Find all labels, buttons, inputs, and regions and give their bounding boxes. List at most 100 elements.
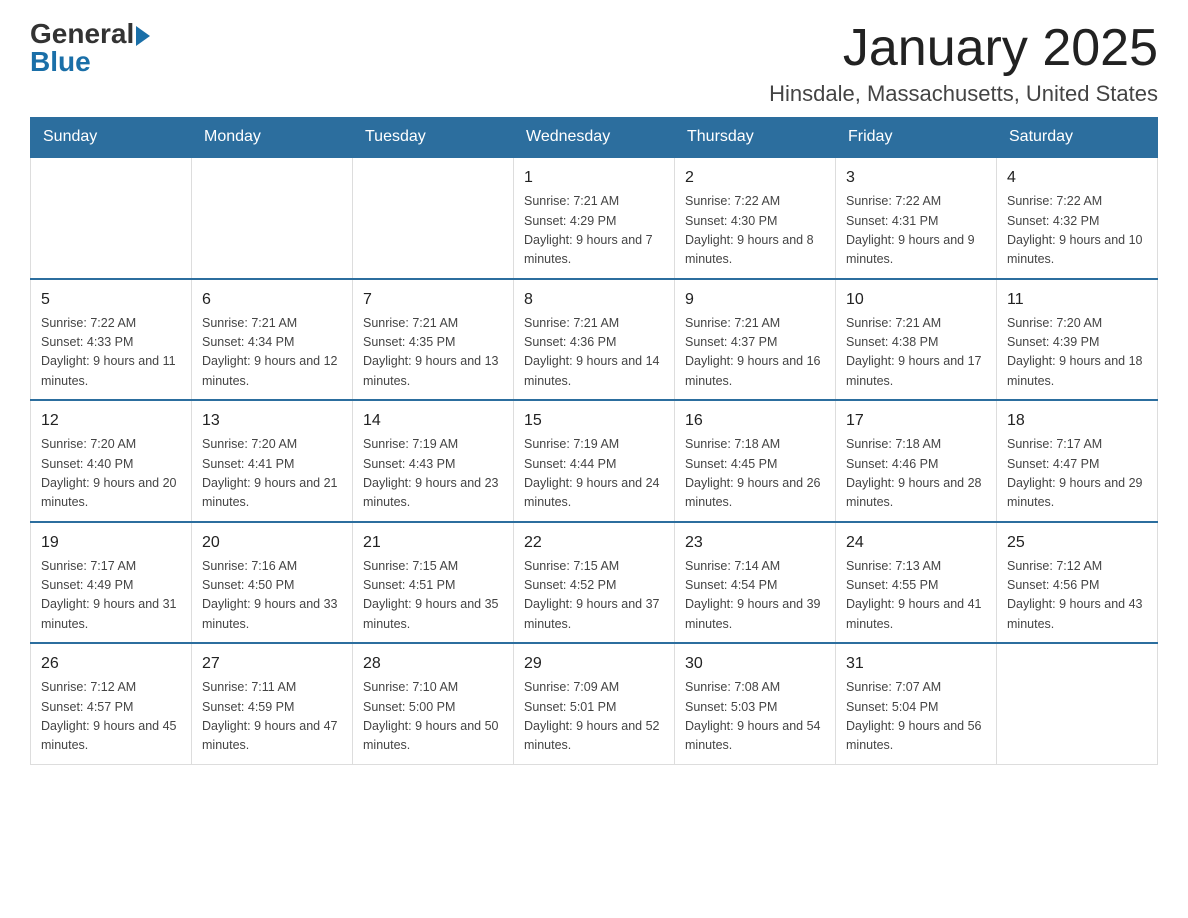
day-number: 30 bbox=[685, 652, 825, 676]
day-number: 15 bbox=[524, 409, 664, 433]
calendar-cell: 14Sunrise: 7:19 AM Sunset: 4:43 PM Dayli… bbox=[353, 400, 514, 522]
calendar-cell: 31Sunrise: 7:07 AM Sunset: 5:04 PM Dayli… bbox=[836, 643, 997, 764]
day-number: 3 bbox=[846, 166, 986, 190]
day-info: Sunrise: 7:12 AM Sunset: 4:56 PM Dayligh… bbox=[1007, 557, 1147, 635]
day-info: Sunrise: 7:17 AM Sunset: 4:49 PM Dayligh… bbox=[41, 557, 181, 635]
logo-general: General bbox=[30, 20, 134, 48]
calendar-header: SundayMondayTuesdayWednesdayThursdayFrid… bbox=[31, 118, 1158, 158]
day-number: 22 bbox=[524, 531, 664, 555]
day-number: 25 bbox=[1007, 531, 1147, 555]
calendar-cell: 5Sunrise: 7:22 AM Sunset: 4:33 PM Daylig… bbox=[31, 279, 192, 401]
day-info: Sunrise: 7:20 AM Sunset: 4:41 PM Dayligh… bbox=[202, 435, 342, 513]
calendar-cell: 1Sunrise: 7:21 AM Sunset: 4:29 PM Daylig… bbox=[514, 157, 675, 279]
day-number: 31 bbox=[846, 652, 986, 676]
calendar-cell: 11Sunrise: 7:20 AM Sunset: 4:39 PM Dayli… bbox=[997, 279, 1158, 401]
calendar-cell bbox=[192, 157, 353, 279]
day-info: Sunrise: 7:21 AM Sunset: 4:37 PM Dayligh… bbox=[685, 314, 825, 392]
calendar-cell: 4Sunrise: 7:22 AM Sunset: 4:32 PM Daylig… bbox=[997, 157, 1158, 279]
weekday-header-saturday: Saturday bbox=[997, 118, 1158, 158]
day-info: Sunrise: 7:21 AM Sunset: 4:36 PM Dayligh… bbox=[524, 314, 664, 392]
day-number: 20 bbox=[202, 531, 342, 555]
day-number: 26 bbox=[41, 652, 181, 676]
weekday-header-friday: Friday bbox=[836, 118, 997, 158]
day-info: Sunrise: 7:20 AM Sunset: 4:40 PM Dayligh… bbox=[41, 435, 181, 513]
day-number: 29 bbox=[524, 652, 664, 676]
day-number: 4 bbox=[1007, 166, 1147, 190]
calendar-cell: 8Sunrise: 7:21 AM Sunset: 4:36 PM Daylig… bbox=[514, 279, 675, 401]
day-number: 27 bbox=[202, 652, 342, 676]
day-number: 11 bbox=[1007, 288, 1147, 312]
calendar-cell: 21Sunrise: 7:15 AM Sunset: 4:51 PM Dayli… bbox=[353, 522, 514, 644]
day-number: 9 bbox=[685, 288, 825, 312]
day-info: Sunrise: 7:18 AM Sunset: 4:46 PM Dayligh… bbox=[846, 435, 986, 513]
day-number: 23 bbox=[685, 531, 825, 555]
day-info: Sunrise: 7:09 AM Sunset: 5:01 PM Dayligh… bbox=[524, 678, 664, 756]
day-number: 13 bbox=[202, 409, 342, 433]
calendar-cell: 20Sunrise: 7:16 AM Sunset: 4:50 PM Dayli… bbox=[192, 522, 353, 644]
day-info: Sunrise: 7:12 AM Sunset: 4:57 PM Dayligh… bbox=[41, 678, 181, 756]
calendar-table: SundayMondayTuesdayWednesdayThursdayFrid… bbox=[30, 117, 1158, 765]
calendar-body: 1Sunrise: 7:21 AM Sunset: 4:29 PM Daylig… bbox=[31, 157, 1158, 764]
day-number: 10 bbox=[846, 288, 986, 312]
calendar-cell: 16Sunrise: 7:18 AM Sunset: 4:45 PM Dayli… bbox=[675, 400, 836, 522]
weekday-header-monday: Monday bbox=[192, 118, 353, 158]
day-info: Sunrise: 7:08 AM Sunset: 5:03 PM Dayligh… bbox=[685, 678, 825, 756]
calendar-cell: 12Sunrise: 7:20 AM Sunset: 4:40 PM Dayli… bbox=[31, 400, 192, 522]
logo: General Blue bbox=[30, 20, 150, 76]
day-info: Sunrise: 7:10 AM Sunset: 5:00 PM Dayligh… bbox=[363, 678, 503, 756]
day-info: Sunrise: 7:15 AM Sunset: 4:51 PM Dayligh… bbox=[363, 557, 503, 635]
calendar-cell: 25Sunrise: 7:12 AM Sunset: 4:56 PM Dayli… bbox=[997, 522, 1158, 644]
calendar-cell: 7Sunrise: 7:21 AM Sunset: 4:35 PM Daylig… bbox=[353, 279, 514, 401]
calendar-cell: 15Sunrise: 7:19 AM Sunset: 4:44 PM Dayli… bbox=[514, 400, 675, 522]
calendar-cell bbox=[997, 643, 1158, 764]
day-info: Sunrise: 7:22 AM Sunset: 4:33 PM Dayligh… bbox=[41, 314, 181, 392]
logo-arrow-icon bbox=[136, 26, 150, 46]
day-info: Sunrise: 7:14 AM Sunset: 4:54 PM Dayligh… bbox=[685, 557, 825, 635]
calendar-cell bbox=[31, 157, 192, 279]
day-info: Sunrise: 7:17 AM Sunset: 4:47 PM Dayligh… bbox=[1007, 435, 1147, 513]
calendar-week-row: 19Sunrise: 7:17 AM Sunset: 4:49 PM Dayli… bbox=[31, 522, 1158, 644]
calendar-week-row: 5Sunrise: 7:22 AM Sunset: 4:33 PM Daylig… bbox=[31, 279, 1158, 401]
location-subtitle: Hinsdale, Massachusetts, United States bbox=[769, 81, 1158, 107]
weekday-header-row: SundayMondayTuesdayWednesdayThursdayFrid… bbox=[31, 118, 1158, 158]
calendar-cell: 28Sunrise: 7:10 AM Sunset: 5:00 PM Dayli… bbox=[353, 643, 514, 764]
day-info: Sunrise: 7:13 AM Sunset: 4:55 PM Dayligh… bbox=[846, 557, 986, 635]
day-info: Sunrise: 7:21 AM Sunset: 4:38 PM Dayligh… bbox=[846, 314, 986, 392]
calendar-cell: 2Sunrise: 7:22 AM Sunset: 4:30 PM Daylig… bbox=[675, 157, 836, 279]
calendar-cell: 24Sunrise: 7:13 AM Sunset: 4:55 PM Dayli… bbox=[836, 522, 997, 644]
day-info: Sunrise: 7:22 AM Sunset: 4:31 PM Dayligh… bbox=[846, 192, 986, 270]
day-info: Sunrise: 7:18 AM Sunset: 4:45 PM Dayligh… bbox=[685, 435, 825, 513]
day-info: Sunrise: 7:07 AM Sunset: 5:04 PM Dayligh… bbox=[846, 678, 986, 756]
day-number: 14 bbox=[363, 409, 503, 433]
day-info: Sunrise: 7:22 AM Sunset: 4:30 PM Dayligh… bbox=[685, 192, 825, 270]
day-info: Sunrise: 7:19 AM Sunset: 4:43 PM Dayligh… bbox=[363, 435, 503, 513]
day-number: 6 bbox=[202, 288, 342, 312]
day-number: 12 bbox=[41, 409, 181, 433]
calendar-cell: 26Sunrise: 7:12 AM Sunset: 4:57 PM Dayli… bbox=[31, 643, 192, 764]
day-number: 19 bbox=[41, 531, 181, 555]
calendar-cell: 19Sunrise: 7:17 AM Sunset: 4:49 PM Dayli… bbox=[31, 522, 192, 644]
day-info: Sunrise: 7:20 AM Sunset: 4:39 PM Dayligh… bbox=[1007, 314, 1147, 392]
calendar-cell: 23Sunrise: 7:14 AM Sunset: 4:54 PM Dayli… bbox=[675, 522, 836, 644]
calendar-cell: 10Sunrise: 7:21 AM Sunset: 4:38 PM Dayli… bbox=[836, 279, 997, 401]
calendar-week-row: 1Sunrise: 7:21 AM Sunset: 4:29 PM Daylig… bbox=[31, 157, 1158, 279]
calendar-week-row: 12Sunrise: 7:20 AM Sunset: 4:40 PM Dayli… bbox=[31, 400, 1158, 522]
weekday-header-wednesday: Wednesday bbox=[514, 118, 675, 158]
weekday-header-thursday: Thursday bbox=[675, 118, 836, 158]
day-number: 8 bbox=[524, 288, 664, 312]
calendar-cell: 6Sunrise: 7:21 AM Sunset: 4:34 PM Daylig… bbox=[192, 279, 353, 401]
calendar-cell: 29Sunrise: 7:09 AM Sunset: 5:01 PM Dayli… bbox=[514, 643, 675, 764]
day-number: 5 bbox=[41, 288, 181, 312]
calendar-cell bbox=[353, 157, 514, 279]
day-info: Sunrise: 7:11 AM Sunset: 4:59 PM Dayligh… bbox=[202, 678, 342, 756]
day-info: Sunrise: 7:22 AM Sunset: 4:32 PM Dayligh… bbox=[1007, 192, 1147, 270]
calendar-cell: 17Sunrise: 7:18 AM Sunset: 4:46 PM Dayli… bbox=[836, 400, 997, 522]
calendar-week-row: 26Sunrise: 7:12 AM Sunset: 4:57 PM Dayli… bbox=[31, 643, 1158, 764]
day-number: 16 bbox=[685, 409, 825, 433]
title-section: January 2025 Hinsdale, Massachusetts, Un… bbox=[769, 20, 1158, 107]
day-number: 1 bbox=[524, 166, 664, 190]
day-number: 2 bbox=[685, 166, 825, 190]
weekday-header-sunday: Sunday bbox=[31, 118, 192, 158]
calendar-cell: 9Sunrise: 7:21 AM Sunset: 4:37 PM Daylig… bbox=[675, 279, 836, 401]
day-info: Sunrise: 7:21 AM Sunset: 4:29 PM Dayligh… bbox=[524, 192, 664, 270]
